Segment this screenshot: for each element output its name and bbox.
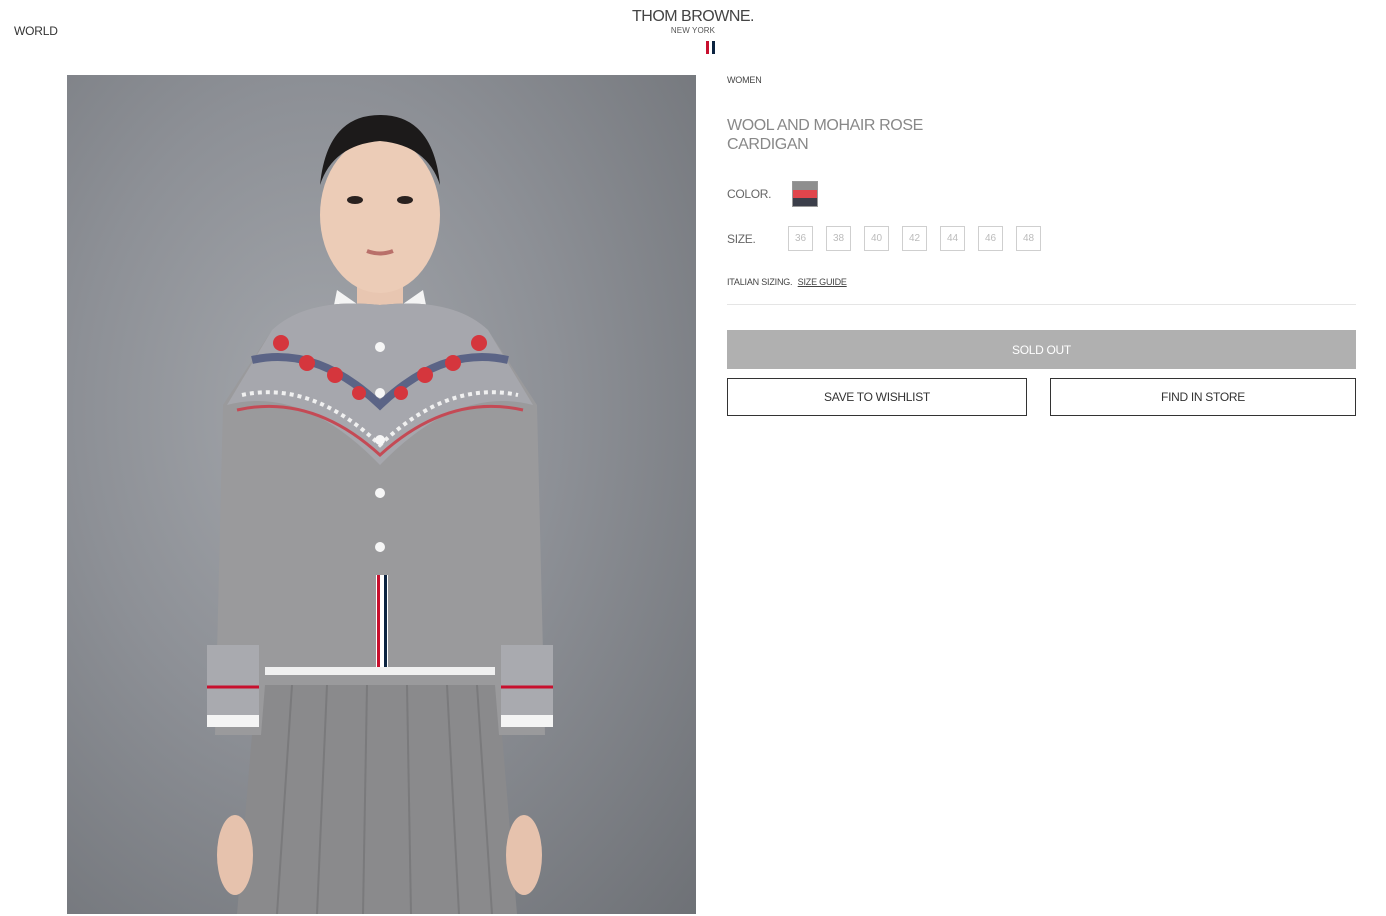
color-swatch[interactable] — [792, 181, 818, 207]
flag-stripe-navy — [712, 41, 715, 54]
size-option[interactable]: 48 — [1016, 226, 1041, 251]
product-image[interactable] — [67, 75, 696, 914]
size-option[interactable]: 38 — [826, 226, 851, 251]
size-option[interactable]: 36 — [788, 226, 813, 251]
flag-stripe-red — [706, 41, 709, 54]
sold-out-button[interactable]: SOLD OUT — [727, 330, 1356, 369]
swatch-band-top — [793, 182, 817, 190]
product-title-line2: CARDIGAN — [727, 136, 809, 153]
sizing-note: ITALIAN SIZING. SIZE GUIDE — [727, 277, 847, 287]
size-option[interactable]: 46 — [978, 226, 1003, 251]
brand-name: THOM BROWNE. — [632, 8, 755, 25]
size-guide-link[interactable]: SIZE GUIDE — [798, 277, 847, 287]
brand-city: NEW YORK — [670, 26, 716, 35]
swatch-band-mid — [793, 190, 817, 198]
flag-icon[interactable] — [706, 41, 719, 54]
product-title: WOOL AND MOHAIR ROSE CARDIGAN — [727, 116, 987, 154]
size-option[interactable]: 40 — [864, 226, 889, 251]
divider — [727, 304, 1356, 305]
sizing-note-text: ITALIAN SIZING. — [727, 277, 793, 287]
size-option[interactable]: 44 — [940, 226, 965, 251]
size-option[interactable]: 42 — [902, 226, 927, 251]
product-category[interactable]: WOMEN — [727, 75, 762, 85]
product-title-line1: WOOL AND MOHAIR ROSE — [727, 117, 923, 134]
model-illustration — [207, 115, 553, 914]
swatch-band-bottom — [793, 198, 817, 206]
color-label: COLOR. — [727, 187, 772, 201]
brand-logo[interactable]: THOM BROWNE. NEW YORK — [0, 7, 1386, 35]
find-in-store-button[interactable]: FIND IN STORE — [1050, 378, 1356, 416]
save-to-wishlist-button[interactable]: SAVE TO WISHLIST — [727, 378, 1027, 416]
size-label: SIZE. — [727, 232, 756, 246]
size-options: 36 38 40 42 44 46 48 — [788, 226, 1041, 251]
